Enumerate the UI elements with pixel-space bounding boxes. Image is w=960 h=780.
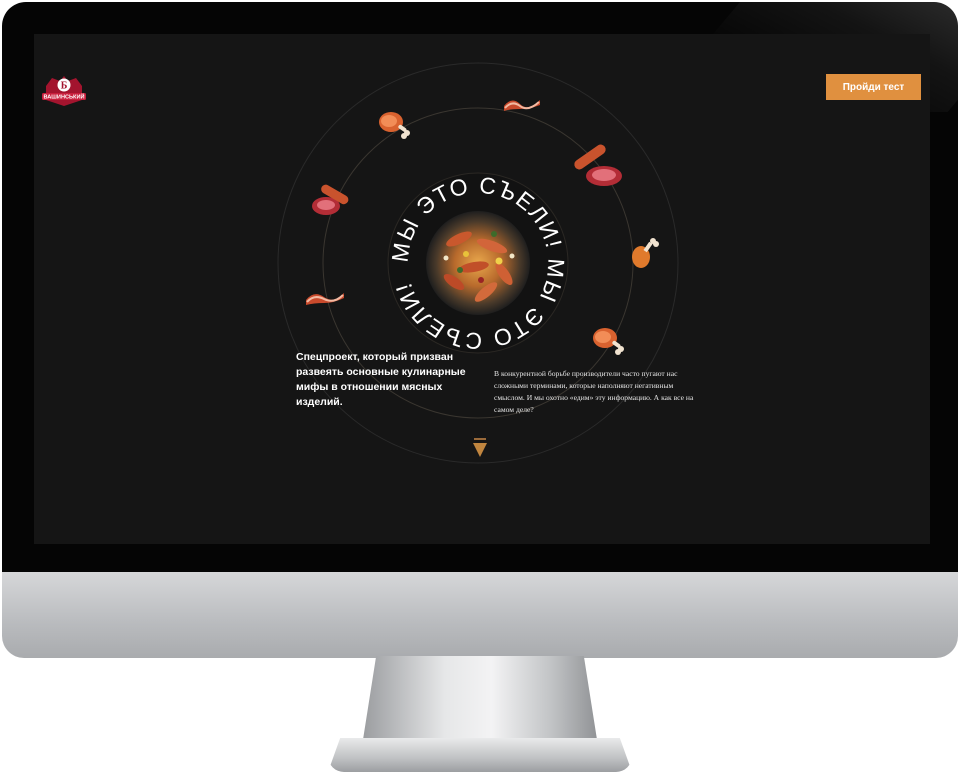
bacon-icon — [306, 293, 344, 305]
take-test-button[interactable]: Пройди тест — [826, 74, 921, 100]
website-screen: МЫ ЭТО СЪЕЛИ! МЫ ЭТО СЪЕЛИ! Б ВАШИНСЬКИЙ… — [34, 34, 930, 544]
sausage-steak-icon — [312, 184, 349, 215]
ham-icon — [379, 112, 410, 139]
ham-icon — [593, 328, 624, 355]
svg-text:Б: Б — [61, 81, 68, 92]
monitor: МЫ ЭТО СЪЕЛИ! МЫ ЭТО СЪЕЛИ! Б ВАШИНСЬКИЙ… — [0, 0, 960, 780]
monitor-chin — [2, 572, 958, 658]
sausage-steak-icon — [574, 144, 622, 186]
monitor-stand-neck — [362, 656, 598, 746]
hero-paragraph: В конкурентной борьбе производители част… — [494, 369, 694, 414]
monitor-stand-foot — [328, 738, 632, 772]
triangle-down-icon[interactable] — [472, 438, 488, 458]
vashinsky-logo-icon[interactable]: Б ВАШИНСЬКИЙ — [40, 72, 88, 110]
svg-text:ВАШИНСЬКИЙ: ВАШИНСЬКИЙ — [44, 93, 85, 101]
chicken-leg-icon — [632, 238, 659, 268]
sausage-plate-image — [426, 211, 530, 315]
bacon-icon — [504, 100, 540, 111]
hero-headline: Спецпроект, который призван развеять осн… — [296, 351, 466, 408]
orbit-rings: МЫ ЭТО СЪЕЛИ! МЫ ЭТО СЪЕЛИ! — [277, 62, 679, 464]
